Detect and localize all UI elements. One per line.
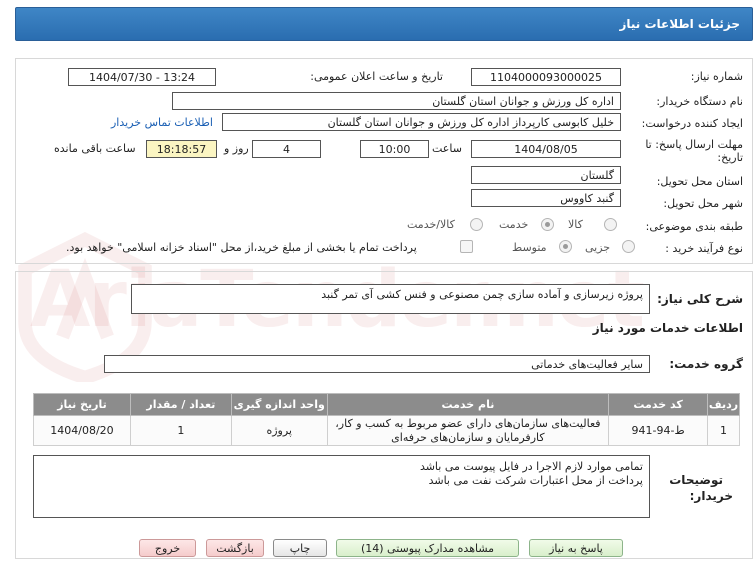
remaining-time-field: 18:18:57: [146, 140, 217, 158]
cell-service-name: فعالیت‌های سازمان‌های دارای عضو مربوط به…: [326, 415, 610, 446]
page-title: جزئیات اطلاعات نیاز: [619, 17, 740, 31]
cell-unit: پروژه: [230, 415, 328, 446]
buyer-notes-line1: تمامی موارد لازم الاجرا در فایل پیوست می…: [419, 460, 643, 473]
process-radio-minor[interactable]: [622, 240, 635, 253]
province-label: استان محل تحویل:: [656, 175, 743, 188]
col-service-code: کد خدمت: [608, 393, 709, 416]
process-option-medium: متوسط: [512, 241, 547, 254]
table-header-row: ردیف کد خدمت نام خدمت واحد اندازه گیری ت…: [33, 393, 740, 416]
treasury-payment-checkbox[interactable]: [460, 240, 473, 253]
deadline-time-field: 10:00: [360, 140, 429, 158]
col-unit: واحد اندازه گیری: [230, 393, 328, 416]
category-option-goods: کالا: [568, 218, 583, 231]
category-option-goods-service: کالا/خدمت: [407, 218, 455, 231]
days-label: روز و: [224, 142, 249, 155]
col-need-date: تاریخ نیاز: [33, 393, 131, 416]
buyer-org-field: اداره کل ورزش و جوانان استان گلستان: [172, 92, 621, 110]
col-index: ردیف: [707, 393, 740, 416]
cell-service-code: ط-94-941: [608, 415, 709, 446]
category-radio-service[interactable]: [541, 218, 554, 231]
creator-field: خلیل کابوسی کارپرداز اداره کل ورزش و جوا…: [222, 113, 621, 131]
col-quantity: تعداد / مقدار: [129, 393, 232, 416]
need-number-field: 1104000093000025: [471, 68, 621, 86]
table-row: 1 ط-94-941 فعالیت‌های سازمان‌های دارای ع…: [33, 415, 740, 446]
need-number-label: شماره نیاز:: [690, 70, 743, 83]
treasury-payment-note: پرداخت تمام یا بخشی از مبلغ خرید،از محل …: [66, 241, 417, 254]
process-radio-medium[interactable]: [559, 240, 572, 253]
remaining-time-label: ساعت باقی مانده: [54, 142, 136, 155]
buyer-notes-label: توضیحات: [669, 473, 723, 487]
buyer-contact-link[interactable]: اطلاعات تماس خریدار: [111, 116, 213, 129]
city-field: گنبد کاووس: [471, 189, 621, 207]
attachments-button[interactable]: مشاهده مدارک پیوستی (14): [336, 539, 519, 557]
service-name-line2: کارفرمایان و سازمان‌های حرفه‌ای: [391, 430, 545, 444]
reply-button[interactable]: پاسخ به نیاز: [529, 539, 623, 557]
category-option-service: خدمت: [499, 218, 529, 231]
cell-quantity: 1: [129, 415, 232, 446]
buyer-notes-label-2: خریدار:: [689, 489, 733, 503]
col-service-name: نام خدمت: [326, 393, 610, 416]
deadline-date-field: 1404/08/05: [471, 140, 621, 158]
process-option-minor: جزیی: [585, 241, 611, 254]
process-label: نوع فرآیند خرید :: [665, 242, 743, 255]
buyer-notes-line2: پرداخت از محل اعتبارات شرکت نفت می باشد: [428, 474, 643, 487]
description-label: شرح کلی نیاز:: [657, 292, 743, 306]
service-group-label: گروه خدمت:: [669, 357, 743, 371]
category-label: طبقه بندی موضوعی:: [645, 220, 743, 233]
province-field: گلستان: [471, 166, 621, 184]
deadline-time-label: ساعت: [432, 142, 462, 155]
back-button[interactable]: بازگشت: [206, 539, 264, 557]
print-button[interactable]: چاپ: [273, 539, 327, 557]
deadline-date-label: تاریخ:: [717, 151, 743, 164]
days-remaining-field: 4: [252, 140, 321, 158]
need-details-panel: [15, 58, 753, 264]
deadline-label: مهلت ارسال پاسخ: تا: [645, 138, 743, 151]
cell-need-date: 1404/08/20: [33, 415, 131, 446]
category-radio-goods-service[interactable]: [470, 218, 483, 231]
category-radio-goods[interactable]: [604, 218, 617, 231]
services-section-title: اطلاعات خدمات مورد نیاز: [592, 321, 743, 335]
announce-label: تاریخ و ساعت اعلان عمومی:: [310, 70, 443, 83]
buyer-notes-field: تمامی موارد لازم الاجرا در فایل پیوست می…: [33, 455, 650, 518]
cell-index: 1: [707, 415, 740, 446]
exit-button[interactable]: خروج: [139, 539, 196, 557]
creator-label: ایجاد کننده درخواست:: [641, 117, 743, 130]
description-field: پروژه زیرسازی و آماده سازی چمن مصنوعی و …: [131, 284, 650, 314]
announce-field: 1404/07/30 - 13:24: [68, 68, 216, 86]
city-label: شهر محل تحویل:: [663, 197, 743, 210]
page-header: جزئیات اطلاعات نیاز: [15, 7, 753, 41]
service-name-line1: فعالیت‌های سازمان‌های دارای عضو مربوط به…: [335, 416, 601, 430]
buyer-org-label: نام دستگاه خریدار:: [656, 95, 743, 108]
service-group-field: سایر فعالیت‌های خدماتی: [104, 355, 650, 373]
services-table: ردیف کد خدمت نام خدمت واحد اندازه گیری ت…: [33, 393, 740, 446]
